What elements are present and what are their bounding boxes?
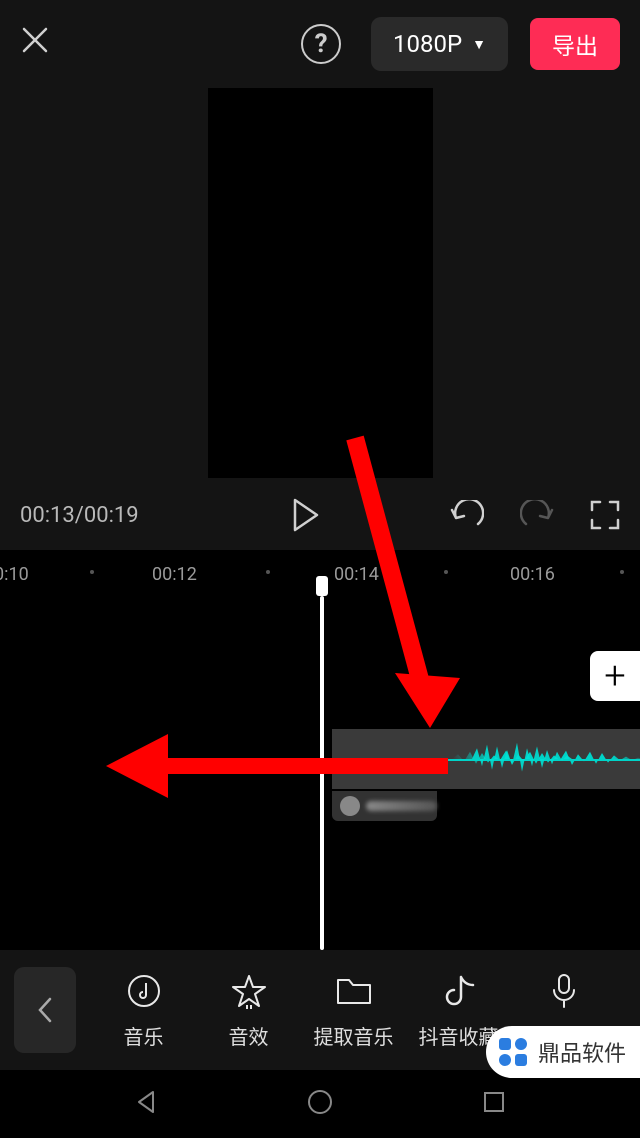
watermark-logo-icon: [496, 1035, 530, 1069]
ruler-dot: [266, 570, 270, 574]
ruler-dot: [90, 570, 94, 574]
tool-music[interactable]: 音乐: [96, 971, 191, 1050]
microphone-icon: [549, 971, 579, 1011]
watermark-text: 鼎品软件: [538, 1036, 626, 1068]
annotation-arrow-left: [98, 726, 458, 806]
add-clip-button[interactable]: +: [590, 651, 640, 701]
tool-extract-music[interactable]: 提取音乐: [306, 971, 401, 1050]
time-display: 00:13/00:19: [20, 503, 139, 528]
preview-canvas: [208, 88, 433, 478]
back-button[interactable]: [14, 967, 76, 1053]
video-preview[interactable]: [0, 88, 640, 480]
export-button[interactable]: 导出: [530, 18, 620, 70]
tool-sound-effect[interactable]: 音效: [201, 971, 296, 1050]
douyin-icon: [443, 971, 475, 1011]
ruler-dot: [620, 570, 624, 574]
watermark: 鼎品软件: [486, 1026, 640, 1078]
music-note-icon: [126, 971, 162, 1011]
chevron-down-icon: ▼: [472, 36, 486, 53]
help-icon[interactable]: ?: [301, 24, 341, 64]
system-nav-bar: [0, 1070, 640, 1138]
nav-home-icon[interactable]: [306, 1088, 334, 1120]
ruler-tick: 00:12: [152, 564, 197, 585]
ruler-tick: 00:16: [510, 564, 555, 585]
resolution-selector[interactable]: 1080P ▼: [371, 17, 508, 71]
play-button[interactable]: [291, 498, 321, 532]
resolution-label: 1080P: [393, 30, 462, 58]
fullscreen-button[interactable]: [590, 500, 620, 530]
close-icon[interactable]: [20, 24, 50, 64]
timeline[interactable]: +: [0, 596, 640, 950]
folder-icon: [335, 971, 373, 1011]
nav-recent-icon[interactable]: [481, 1089, 507, 1119]
redo-button[interactable]: [520, 500, 554, 530]
star-icon: [231, 971, 267, 1011]
ruler-tick: 0:10: [0, 564, 29, 585]
nav-back-icon[interactable]: [133, 1089, 159, 1119]
annotation-arrow-down: [325, 428, 465, 748]
